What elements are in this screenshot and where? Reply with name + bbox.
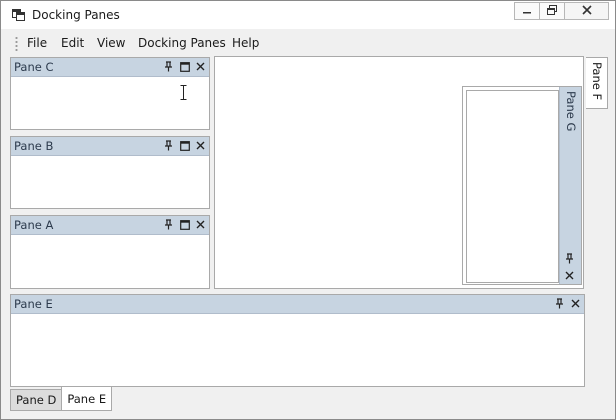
minimize-button[interactable] <box>514 2 540 20</box>
text-cursor-icon <box>180 85 187 100</box>
pane-b-header[interactable]: Pane B <box>11 137 209 156</box>
menu-edit[interactable]: Edit <box>61 36 84 50</box>
close-icon <box>581 4 592 18</box>
pane-c-title: Pane C <box>14 60 54 74</box>
pane-a-tools <box>163 218 206 231</box>
restore-icon <box>547 4 557 18</box>
pin-icon[interactable] <box>163 218 174 231</box>
close-icon[interactable] <box>195 139 206 152</box>
maximize-icon[interactable] <box>179 60 190 73</box>
pane-a: Pane A <box>10 215 210 289</box>
tab-pane-d[interactable]: Pane D <box>10 389 63 411</box>
menu-view[interactable]: View <box>97 36 125 50</box>
menu-help[interactable]: Help <box>232 36 259 50</box>
pane-c-tools <box>163 60 206 73</box>
close-icon[interactable] <box>570 297 581 310</box>
docking-app-icon <box>12 9 25 21</box>
caption-buttons <box>514 2 609 21</box>
tab-pane-e-label: Pane E <box>67 391 107 406</box>
pane-e-header[interactable]: Pane E <box>11 295 584 314</box>
close-window-button[interactable] <box>564 2 609 20</box>
pin-icon[interactable] <box>163 139 174 152</box>
app-window: Docking Panes File Edit View Docking Pan… <box>0 0 616 420</box>
pane-b-title: Pane B <box>14 139 54 153</box>
pin-icon[interactable] <box>163 60 174 73</box>
maximize-icon[interactable] <box>179 139 190 152</box>
minimize-icon <box>522 4 532 18</box>
maximize-icon[interactable] <box>179 218 190 231</box>
pane-e-tools <box>554 297 581 310</box>
tab-pane-f-label: Pane F <box>590 62 604 101</box>
pane-g-header[interactable]: Pane G <box>559 87 581 284</box>
close-icon[interactable] <box>565 269 574 283</box>
pane-a-header[interactable]: Pane A <box>11 216 209 235</box>
pane-g-content[interactable] <box>466 90 559 283</box>
bottom-tab-strip: Pane D Pane E <box>10 387 113 412</box>
close-icon[interactable] <box>195 218 206 231</box>
pane-a-title: Pane A <box>14 218 54 232</box>
menu-bar: File Edit View Docking Panes Help <box>10 33 610 55</box>
pane-b: Pane B <box>10 136 210 209</box>
menu-file[interactable]: File <box>27 36 47 50</box>
window-title: Docking Panes <box>32 8 120 22</box>
tab-pane-e[interactable]: Pane E <box>61 387 113 411</box>
menu-docking-panes[interactable]: Docking Panes <box>138 36 226 50</box>
pane-g-title: Pane G <box>564 91 578 132</box>
pane-c-header[interactable]: Pane C <box>11 58 209 77</box>
pane-e: Pane E <box>10 294 585 387</box>
tab-pane-d-label: Pane D <box>16 393 57 407</box>
pin-icon[interactable] <box>565 253 574 267</box>
title-bar[interactable]: Docking Panes <box>1 1 615 29</box>
pin-icon[interactable] <box>554 297 565 310</box>
pane-g: Pane G <box>462 86 582 285</box>
pane-e-title: Pane E <box>14 297 53 311</box>
pane-b-tools <box>163 139 206 152</box>
close-icon[interactable] <box>195 60 206 73</box>
tab-pane-f[interactable]: Pane F <box>586 57 608 109</box>
restore-button[interactable] <box>539 2 565 20</box>
menu-grip-icon[interactable] <box>15 36 18 52</box>
